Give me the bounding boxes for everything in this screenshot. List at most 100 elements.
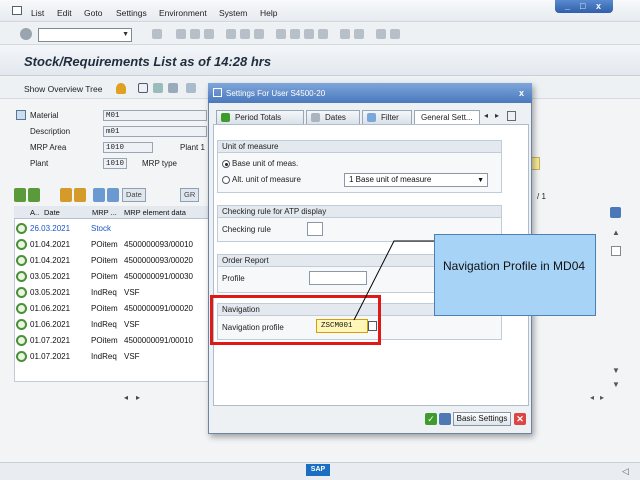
person-icon[interactable] [116, 83, 126, 94]
tab-list-icon[interactable] [507, 111, 516, 121]
material-label: Material [30, 111, 59, 120]
next-page-icon[interactable] [304, 29, 314, 39]
col-date[interactable]: Date [44, 208, 60, 217]
table-row[interactable]: 01.04.2021 POitem 4500000093/00010 [14, 237, 210, 252]
mrp-element-icon [16, 303, 27, 314]
sort-icon[interactable] [168, 83, 178, 93]
table-row[interactable]: 03.05.2021 IndReq VSF [14, 285, 210, 300]
select-icon[interactable] [28, 188, 40, 202]
first-page-icon[interactable] [276, 29, 286, 39]
alt-unit-select-value: 1 Base unit of measure [349, 175, 432, 184]
plant-label: Plant [30, 159, 49, 168]
row-mrp: POitem [91, 240, 118, 249]
gr-button[interactable]: GR [180, 188, 200, 202]
date-button[interactable]: Date [122, 188, 146, 202]
menu-system[interactable]: System [219, 8, 247, 18]
collapse-icon[interactable] [74, 188, 86, 202]
dialog-close-button[interactable]: x [519, 88, 524, 98]
row-mrp: POitem [91, 336, 118, 345]
row-mrp: POitem [91, 272, 118, 281]
exit-icon[interactable] [190, 29, 200, 39]
checking-rule-field[interactable] [307, 222, 323, 236]
enter-icon[interactable] [20, 28, 32, 40]
table-row[interactable]: 01.07.2021 IndReq VSF [14, 349, 210, 364]
alt-unit-select[interactable]: 1 Base unit of measure ▼ [344, 173, 488, 187]
row-data: VSF [124, 352, 140, 361]
scroll-up-icon[interactable]: ▲ [612, 228, 620, 237]
command-field[interactable]: ▼ [38, 28, 132, 42]
material-field[interactable]: M01 [103, 110, 207, 121]
new-session-icon[interactable] [340, 29, 350, 39]
close-window-button[interactable]: x [596, 1, 601, 11]
right-scroll-right-icon[interactable]: ▸ [600, 393, 604, 402]
back-icon[interactable] [176, 29, 186, 39]
base-unit-radio[interactable] [222, 160, 230, 168]
menu-help[interactable]: Help [260, 8, 277, 18]
col-a[interactable]: A.. [30, 208, 39, 217]
cancel-x-icon[interactable]: ✕ [514, 413, 526, 425]
mrp-element-icon [16, 223, 27, 234]
prev-page-icon[interactable] [290, 29, 300, 39]
table-row[interactable]: 01.06.2021 IndReq VSF [14, 317, 210, 332]
menu-environment[interactable]: Environment [159, 8, 207, 18]
find-icon[interactable] [240, 29, 250, 39]
grid-scroll-left-icon[interactable]: ◂ [124, 393, 128, 402]
grid-scroll-right-icon[interactable]: ▸ [136, 393, 140, 402]
ok-check-icon[interactable]: ✓ [425, 413, 437, 425]
scroll-box[interactable] [611, 246, 621, 256]
mrp-element-icon [16, 271, 27, 282]
find-next-icon[interactable] [254, 29, 264, 39]
sort-desc-icon[interactable] [107, 188, 119, 202]
col-mrp-data[interactable]: MRP element data [124, 208, 186, 217]
minimize-button[interactable]: _ [565, 1, 570, 11]
tab-label: Dates [325, 113, 346, 122]
tools-icon[interactable] [186, 83, 196, 93]
refresh-icon[interactable] [138, 83, 148, 93]
menu-edit[interactable]: Edit [57, 8, 72, 18]
last-page-icon[interactable] [318, 29, 328, 39]
menu-icon[interactable] [12, 6, 22, 15]
table-row[interactable]: 01.06.2021 POitem 4500000091/00020 [14, 301, 210, 316]
scroll-down-end-icon[interactable]: ▼ [612, 380, 620, 389]
details-icon[interactable] [14, 188, 26, 202]
tab-scroll-right-icon[interactable]: ▸ [495, 111, 499, 120]
layout-settings-icon[interactable] [610, 207, 621, 218]
table-row[interactable]: 01.07.2021 POitem 4500000091/00010 [14, 333, 210, 348]
tab-general-settings[interactable]: General Sett... [414, 110, 480, 124]
scroll-down-icon[interactable]: ▼ [612, 366, 620, 375]
tab-period-totals[interactable]: Period Totals [216, 110, 304, 124]
window-controls: _ □ x [555, 0, 613, 13]
table-row[interactable]: 03.05.2021 POitem 4500000091/00030 [14, 269, 210, 284]
status-expand-icon[interactable]: ◁ [622, 466, 629, 477]
tab-scroll-left-icon[interactable]: ◂ [484, 111, 488, 120]
menu-settings[interactable]: Settings [116, 8, 147, 18]
mrp-area-field[interactable]: 1010 [103, 142, 153, 153]
expand-icon[interactable] [60, 188, 72, 202]
show-overview-tree-button[interactable]: Show Overview Tree [24, 84, 102, 94]
cancel-icon[interactable] [204, 29, 214, 39]
chevron-down-icon[interactable]: ▼ [122, 31, 129, 38]
help-icon[interactable] [376, 29, 386, 39]
tab-filter[interactable]: Filter [362, 110, 412, 124]
table-row[interactable]: 26.03.2021 Stock [14, 221, 210, 236]
dialog-menu-icon[interactable] [213, 88, 222, 97]
shortcut-icon[interactable] [354, 29, 364, 39]
menu-goto[interactable]: Goto [84, 8, 102, 18]
filter-icon[interactable] [153, 83, 163, 93]
menu-list[interactable]: List [31, 8, 44, 18]
basic-settings-button[interactable]: Basic Settings [453, 412, 511, 426]
alt-unit-radio[interactable] [222, 176, 230, 184]
print-icon[interactable] [226, 29, 236, 39]
save-icon[interactable] [439, 413, 451, 425]
description-field[interactable]: m01 [103, 126, 207, 137]
plant-field[interactable]: 1010 [103, 158, 127, 169]
right-scroll-left-icon[interactable]: ◂ [590, 393, 594, 402]
layout-icon[interactable] [390, 29, 400, 39]
table-row[interactable]: 01.04.2021 POitem 4500000093/00020 [14, 253, 210, 268]
save-icon[interactable] [152, 29, 162, 39]
restore-button[interactable]: □ [580, 1, 585, 11]
tab-dates[interactable]: Dates [306, 110, 360, 124]
row-data: VSF [124, 288, 140, 297]
col-mrp[interactable]: MRP ... [92, 208, 117, 217]
sort-asc-icon[interactable] [93, 188, 105, 202]
